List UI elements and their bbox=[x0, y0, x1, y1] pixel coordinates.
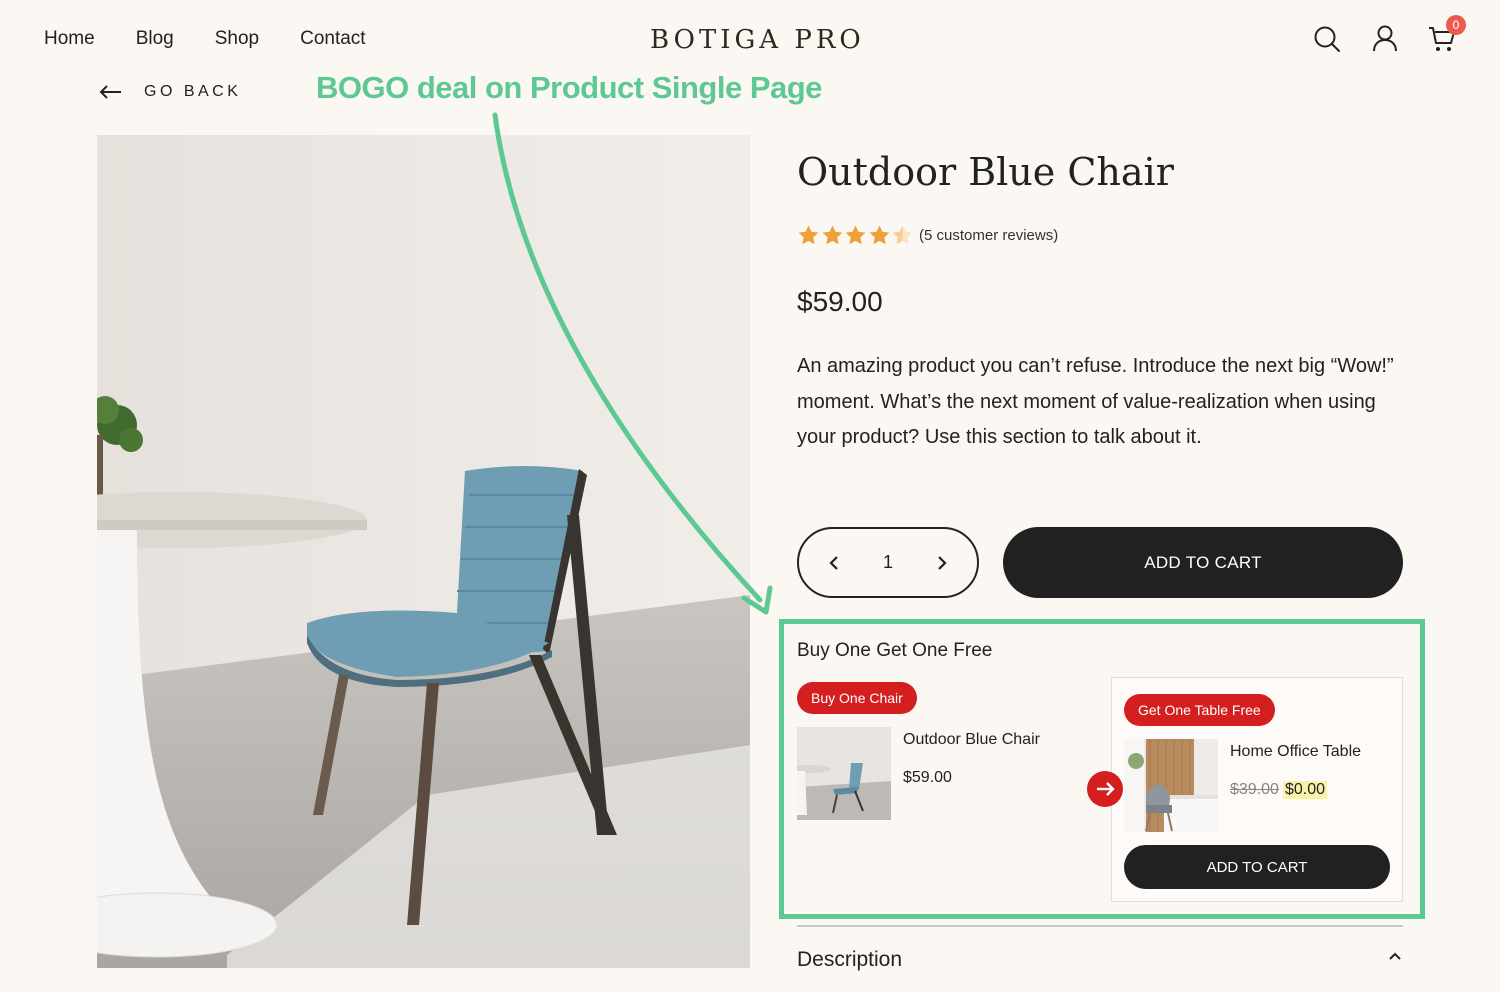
chevron-up-icon[interactable] bbox=[1388, 950, 1402, 962]
go-back-link[interactable]: GO BACK bbox=[98, 82, 241, 102]
chair-thumbnail-image bbox=[797, 727, 891, 820]
chevron-left-icon[interactable] bbox=[827, 554, 843, 572]
search-icon[interactable] bbox=[1312, 24, 1342, 54]
get-free-badge: Get One Table Free bbox=[1124, 694, 1275, 726]
chair-scene-illustration bbox=[97, 135, 750, 968]
nav-shop[interactable]: Shop bbox=[215, 28, 259, 50]
bogo-title: Buy One Get One Free bbox=[797, 640, 993, 661]
product-image[interactable] bbox=[97, 135, 750, 968]
section-divider bbox=[797, 925, 1403, 927]
product-price: $59.00 bbox=[797, 286, 883, 317]
nav-home[interactable]: Home bbox=[44, 28, 95, 50]
nav-blog[interactable]: Blog bbox=[136, 28, 174, 50]
description-tab[interactable]: Description bbox=[797, 948, 902, 972]
site-logo[interactable]: BOTIGA PRO bbox=[650, 25, 865, 55]
arrow-right-icon bbox=[1087, 771, 1123, 807]
annotation-label: BOGO deal on Product Single Page bbox=[316, 70, 822, 105]
buy-product-thumbnail[interactable] bbox=[797, 727, 891, 820]
star-half-icon bbox=[892, 225, 913, 245]
cart-count-badge: 0 bbox=[1446, 15, 1466, 35]
quantity-stepper: 1 bbox=[797, 527, 979, 598]
go-back-label: GO BACK bbox=[144, 83, 242, 100]
quantity-value[interactable]: 1 bbox=[883, 552, 893, 573]
buy-product-name[interactable]: Outdoor Blue Chair bbox=[903, 731, 1040, 749]
free-product-name[interactable]: Home Office Table bbox=[1230, 743, 1361, 761]
free-product-old-price: $39.00 bbox=[1230, 781, 1279, 798]
star-icon bbox=[798, 225, 819, 245]
star-icon bbox=[869, 225, 889, 245]
rating-stars[interactable] bbox=[797, 224, 915, 247]
table-thumbnail-image bbox=[1124, 739, 1218, 832]
star-icon bbox=[822, 225, 842, 245]
product-title: Outdoor Blue Chair bbox=[797, 150, 1174, 194]
bogo-add-to-cart-button[interactable]: ADD TO CART bbox=[1124, 845, 1390, 889]
main-nav: Home Blog Shop Contact bbox=[44, 28, 407, 50]
free-product-new-price: $0.00 bbox=[1283, 781, 1328, 799]
free-product-thumbnail[interactable] bbox=[1124, 739, 1218, 832]
nav-contact[interactable]: Contact bbox=[300, 28, 365, 50]
buy-product-price: $59.00 bbox=[903, 769, 952, 786]
reviews-link[interactable]: (5 customer reviews) bbox=[919, 227, 1058, 244]
arrow-left-icon bbox=[99, 85, 121, 99]
star-icon bbox=[845, 225, 866, 245]
user-icon[interactable] bbox=[1370, 23, 1400, 53]
add-to-cart-button[interactable]: ADD TO CART bbox=[1003, 527, 1403, 598]
product-description: An amazing product you can’t refuse. Int… bbox=[797, 355, 1394, 448]
chevron-right-icon[interactable] bbox=[933, 554, 949, 572]
buy-one-badge: Buy One Chair bbox=[797, 682, 917, 714]
